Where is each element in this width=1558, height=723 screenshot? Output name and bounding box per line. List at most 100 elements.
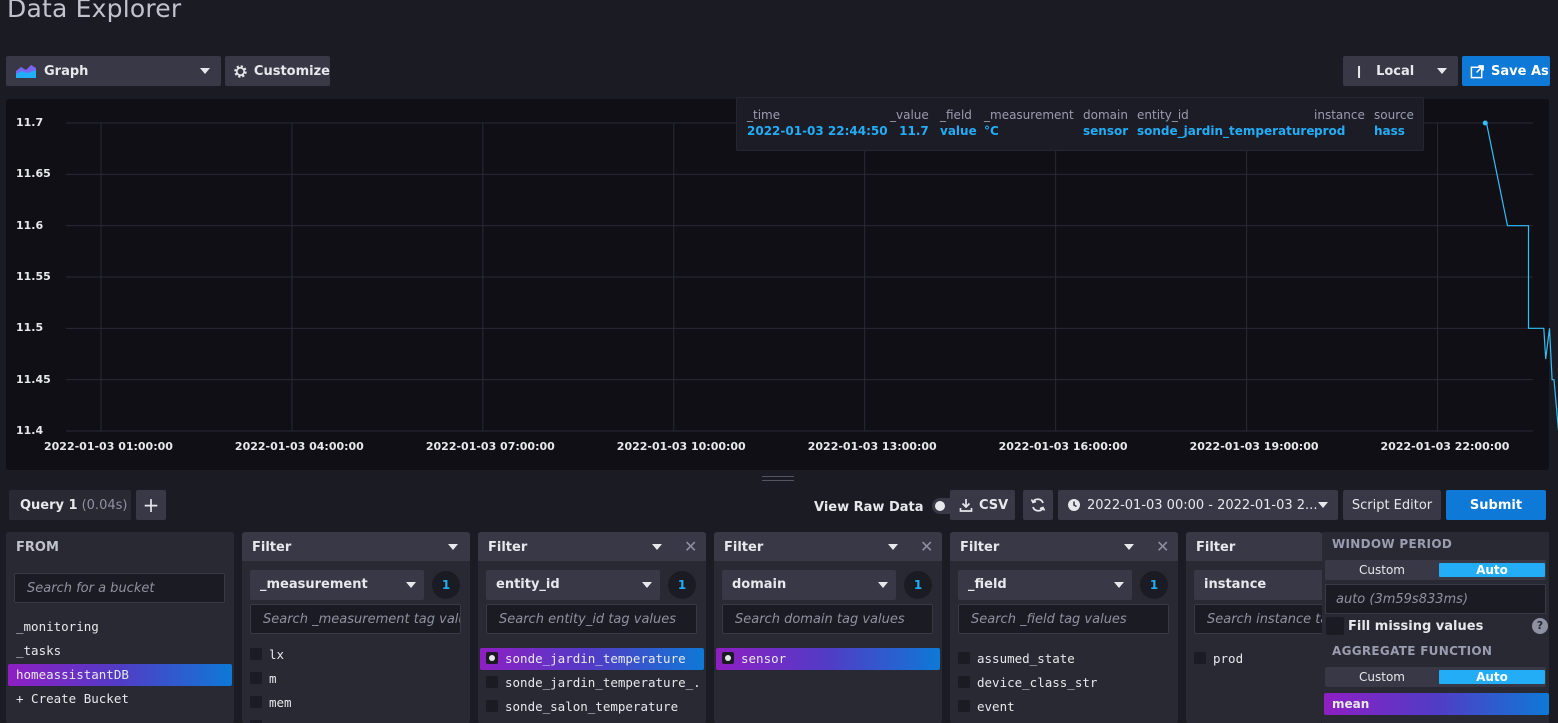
csv-button[interactable]: CSV — [950, 490, 1015, 520]
chevron-down-icon — [1114, 582, 1124, 588]
tooltip-value: sonde_jardin_temperature — [1137, 124, 1315, 138]
tag-key-dropdown[interactable]: instance — [1194, 570, 1324, 600]
fill-missing-checkbox[interactable] — [1326, 617, 1344, 635]
tag-value-item[interactable]: event — [958, 699, 1172, 714]
time-range-label: 2022-01-03 00:00 - 2022-01-03 2... — [1087, 497, 1318, 513]
selected-count-badge: 1 — [1140, 571, 1168, 599]
chevron-down-icon[interactable] — [1124, 544, 1134, 550]
filter-title: Filter — [252, 540, 292, 555]
tag-value-item[interactable]: sonde_jardin_temperature_... — [486, 675, 700, 690]
tag-value-item[interactable]: m — [250, 671, 464, 686]
add-query-button[interactable]: + — [136, 490, 166, 520]
bucket-item[interactable]: _monitoring — [16, 619, 99, 634]
tooltip-header: _time — [747, 108, 781, 122]
submit-button[interactable]: Submit — [1446, 490, 1546, 520]
tag-value-item[interactable]: device_class_str — [958, 675, 1172, 690]
close-icon[interactable]: ✕ — [684, 537, 697, 556]
auto-option[interactable]: Auto — [1439, 563, 1545, 577]
chevron-down-icon[interactable] — [888, 544, 898, 550]
checkbox-icon — [958, 676, 970, 688]
tag-search-input[interactable]: Search instance tag values — [1194, 604, 1324, 634]
x-tick-label: 2022-01-03 16:00:00 — [998, 440, 1128, 453]
help-icon[interactable]: ? — [1532, 618, 1548, 634]
window-period-toggle[interactable]: Custom Auto — [1325, 560, 1546, 580]
tag-key-label: entity_id — [496, 577, 560, 592]
hover-tooltip: _time 2022-01-03 22:44:50 _value 11.7 _field… — [736, 97, 1424, 151]
tag-key-dropdown[interactable]: _field — [958, 570, 1132, 600]
y-tick-label: 11.7 — [16, 116, 44, 129]
query-tab[interactable]: Query 1 (0.04s) — [9, 490, 131, 520]
aggregate-toggle[interactable]: Custom Auto — [1325, 667, 1546, 687]
tag-value-item[interactable]: mm — [250, 719, 464, 723]
filter-header[interactable]: Filter — [1186, 532, 1322, 561]
tag-search-input[interactable]: Search _measurement tag values — [250, 604, 461, 634]
tag-value-item[interactable]: assumed_state — [958, 651, 1172, 666]
bucket-search-input[interactable]: Search for a bucket — [14, 573, 225, 603]
time-range-dropdown[interactable]: 2022-01-03 00:00 - 2022-01-03 2... — [1058, 490, 1338, 520]
tag-value-label: sonde_jardin_temperature — [505, 651, 686, 666]
chevron-down-icon[interactable] — [448, 544, 458, 550]
tag-search-input[interactable]: Search entity_id tag values — [486, 604, 697, 634]
checkbox-icon — [486, 676, 498, 688]
aggregate-panel: WINDOW PERIOD Custom Auto auto (3m59s833… — [1322, 532, 1549, 723]
filter-header[interactable]: Filter — [242, 532, 470, 561]
tooltip-value: hass — [1374, 124, 1405, 138]
checkbox-checked-icon — [722, 652, 734, 664]
resize-handle[interactable] — [762, 476, 794, 481]
bucket-item[interactable]: _tasks — [16, 643, 61, 658]
tag-search-input[interactable]: Search _field tag values — [958, 604, 1169, 634]
tag-key-dropdown[interactable]: _measurement — [250, 570, 424, 600]
view-raw-data-toggle[interactable]: View Raw Data — [814, 498, 960, 515]
checkbox-icon — [958, 700, 970, 712]
tag-value-label: sonde_jardin_temperature_... — [505, 675, 700, 690]
view-raw-label: View Raw Data — [814, 500, 924, 515]
auto-option[interactable]: Auto — [1439, 670, 1545, 684]
tag-value-label: sensor — [741, 651, 787, 666]
create-bucket-link[interactable]: + Create Bucket — [16, 691, 129, 706]
download-icon — [959, 499, 973, 512]
aggregate-function-label: AGGREGATE FUNCTION — [1332, 644, 1493, 658]
close-icon[interactable]: ✕ — [920, 537, 933, 556]
window-period-label: WINDOW PERIOD — [1332, 537, 1453, 551]
filter-header[interactable]: Filter ✕ — [478, 532, 706, 561]
tooltip-header: source — [1374, 108, 1414, 122]
chevron-down-icon[interactable] — [652, 544, 662, 550]
window-period-input[interactable]: auto (3m59s833ms) — [1325, 584, 1546, 614]
query-time: (0.04s) — [81, 497, 128, 513]
from-header: FROM — [6, 532, 234, 561]
chevron-down-icon — [1318, 502, 1328, 508]
refresh-button[interactable] — [1023, 490, 1053, 520]
tag-value-label: device_class_str — [977, 675, 1098, 690]
custom-option[interactable]: Custom — [1359, 563, 1405, 577]
tooltip-value: 2022-01-03 22:44:50 — [747, 124, 888, 138]
aggregate-function-mean[interactable]: mean — [1324, 693, 1549, 715]
tag-search-input[interactable]: Search domain tag values — [722, 604, 933, 634]
tag-value-item[interactable]: lx — [250, 647, 464, 662]
tooltip-column: instance prod — [1314, 108, 1365, 138]
custom-option[interactable]: Custom — [1359, 670, 1405, 684]
y-tick-label: 11.4 — [16, 424, 44, 437]
x-tick-label: 2022-01-03 22:00:00 — [1380, 440, 1510, 453]
checkbox-icon — [958, 652, 970, 664]
close-icon[interactable]: ✕ — [1156, 537, 1169, 556]
tag-value-item[interactable]: prod — [1194, 651, 1316, 666]
tag-key-label: _measurement — [260, 577, 368, 592]
y-tick-label: 11.6 — [16, 218, 44, 232]
from-card: FROM Search for a bucket _monitoring _ta… — [6, 532, 234, 723]
line-chart[interactable] — [0, 0, 1558, 470]
bucket-item-selected[interactable]: homeassistantDB — [8, 664, 232, 686]
tag-value-item-selected[interactable]: sensor — [716, 648, 940, 670]
tag-key-dropdown[interactable]: domain — [722, 570, 896, 600]
csv-label: CSV — [979, 497, 1009, 513]
filter-header[interactable]: Filter ✕ — [714, 532, 942, 561]
y-tick-label: 11.45 — [16, 372, 51, 386]
filter-header[interactable]: Filter ✕ — [950, 532, 1178, 561]
tag-value-item-selected[interactable]: sonde_jardin_temperature — [480, 648, 704, 670]
tag-value-item[interactable]: mem — [250, 695, 464, 710]
tag-value-item[interactable]: sonde_salon_temperature — [486, 699, 700, 714]
script-editor-button[interactable]: Script Editor — [1343, 490, 1441, 520]
filter-card: Filter ✕ _field 1 Search _field tag values as… — [950, 532, 1178, 723]
tag-key-dropdown[interactable]: entity_id — [486, 570, 660, 600]
filter-card: Filter _measurement 1 Search _measurement t… — [242, 532, 470, 723]
tooltip-column: _value 11.7 — [890, 108, 929, 138]
